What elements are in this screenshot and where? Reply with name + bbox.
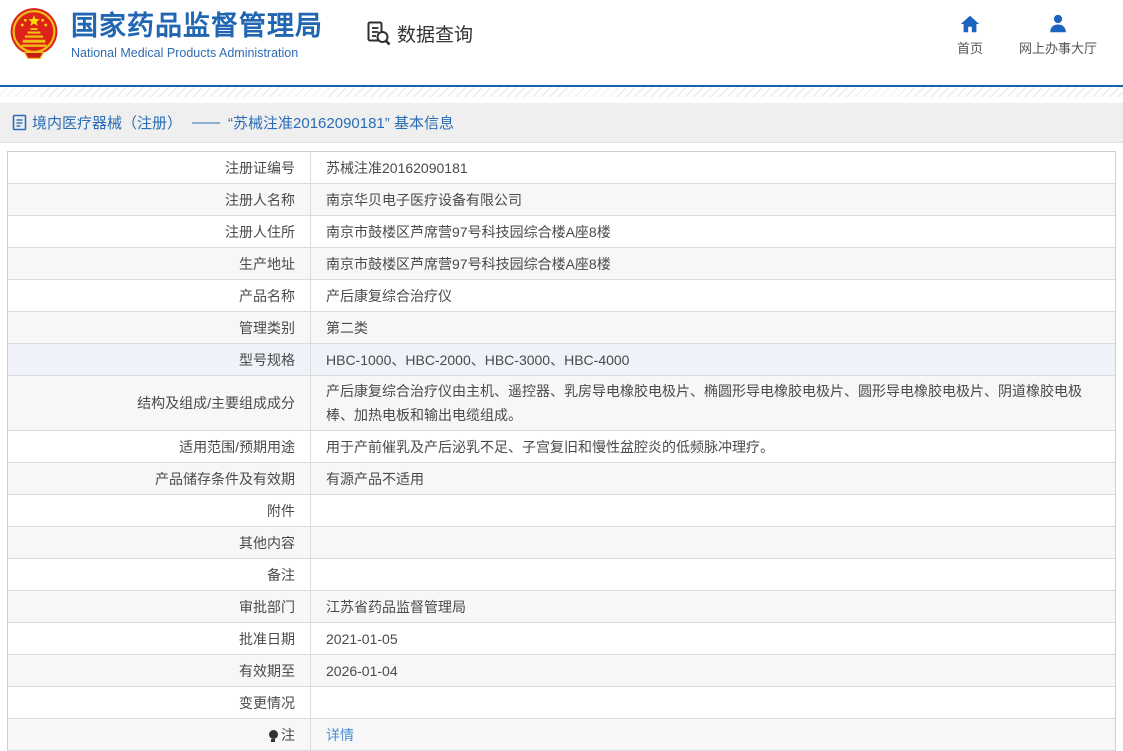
table-row: 其他内容 [8, 527, 1115, 559]
row-value: 南京市鼓楼区芦席营97号科技园综合楼A座8楼 [326, 255, 611, 272]
row-label: 其他内容 [8, 527, 311, 558]
row-label: 适用范围/预期用途 [8, 431, 311, 462]
person-icon [1050, 14, 1066, 33]
hatch-stripe-band [0, 87, 1123, 97]
table-row: 注册人住所 南京市鼓楼区芦席营97号科技园综合楼A座8楼 [8, 216, 1115, 248]
row-value: 苏械注准20162090181 [326, 159, 468, 176]
table-row: 审批部门 江苏省药品监督管理局 [8, 591, 1115, 623]
row-label: 有效期至 [8, 655, 311, 686]
row-value: 2021-01-05 [326, 630, 398, 647]
row-value: 江苏省药品监督管理局 [326, 598, 466, 615]
row-value: 南京华贝电子医疗设备有限公司 [326, 191, 522, 208]
national-emblem-icon [10, 8, 58, 60]
breadcrumb-dash: —— [192, 114, 220, 131]
breadcrumb: 境内医疗器械（注册） —— “苏械注准20162090181” 基本信息 [0, 103, 1123, 143]
table-row: 有效期至 2026-01-04 [8, 655, 1115, 687]
table-row: 生产地址 南京市鼓楼区芦席营97号科技园综合楼A座8楼 [8, 248, 1115, 280]
row-value: 产后康复综合治疗仪由主机、遥控器、乳房导电橡胶电极片、椭圆形导电橡胶电极片、圆形… [326, 383, 1082, 423]
info-table: 注册证编号 苏械注准20162090181 注册人名称 南京华贝电子医疗设备有限公司注… [7, 151, 1116, 751]
breadcrumb-category: 境内医疗器械（注册） [32, 115, 183, 132]
row-value [311, 527, 1115, 558]
site-title: 国家药品监督管理局 [71, 11, 323, 41]
row-value: 第二类 [326, 319, 368, 336]
note-bulb-icon [269, 730, 278, 742]
table-row: 产品名称 产后康复综合治疗仪 [8, 280, 1115, 312]
row-value [311, 559, 1115, 590]
row-value [311, 495, 1115, 526]
row-label: 注册证编号 [8, 152, 311, 183]
brand-text: 国家药品监督管理局 National Medical Products Admi… [71, 7, 323, 60]
table-row: 注详情 [8, 719, 1115, 751]
table-row: 变更情况 [8, 687, 1115, 719]
table-row: 批准日期 2021-01-05 [8, 623, 1115, 655]
data-query-nav[interactable]: 数据查询 [365, 20, 473, 47]
home-icon [960, 15, 980, 33]
row-value: 南京市鼓楼区芦席营97号科技园综合楼A座8楼 [326, 223, 611, 240]
row-label: 批准日期 [8, 623, 311, 654]
home-link[interactable]: 首页 [957, 13, 983, 57]
row-label: 生产地址 [8, 248, 311, 279]
site-subtitle: National Medical Products Administration [71, 46, 299, 60]
row-label: 变更情况 [8, 687, 311, 718]
page-header: 国家药品监督管理局 National Medical Products Admi… [0, 0, 1123, 85]
nmpa-logo[interactable]: 国家药品监督管理局 National Medical Products Admi… [8, 7, 323, 63]
row-label: 注册人住所 [8, 216, 311, 247]
service-hall-label: 网上办事大厅 [1018, 41, 1097, 56]
table-row: 备注 [8, 559, 1115, 591]
row-value: 有源产品不适用 [326, 470, 424, 487]
table-row: 注册人名称 南京华贝电子医疗设备有限公司 [8, 184, 1115, 216]
service-hall-link[interactable]: 网上办事大厅 [1019, 13, 1097, 57]
row-label: 产品储存条件及有效期 [8, 463, 311, 494]
table-row: 注册证编号 苏械注准20162090181 [8, 152, 1115, 184]
row-value: 用于产前催乳及产后泌乳不足、子宫复旧和慢性盆腔炎的低频脉冲理疗。 [326, 438, 774, 455]
details-link[interactable]: 详情 [326, 723, 354, 747]
row-label: 管理类别 [8, 312, 311, 343]
data-query-label: 数据查询 [397, 25, 474, 46]
row-value: 详情 [311, 719, 1115, 750]
page-doc-icon [12, 114, 27, 131]
row-label: 注册人名称 [8, 184, 311, 215]
table-row: 型号规格 HBC-1000、HBC-2000、HBC-3000、HBC-4000 [8, 344, 1115, 376]
row-value: 产后康复综合治疗仪 [326, 287, 452, 304]
row-value: 2026-01-04 [326, 662, 398, 679]
row-label: 备注 [8, 559, 311, 590]
top-links: 首页 网上办事大厅 [957, 13, 1097, 57]
table-row: 管理类别 第二类 [8, 312, 1115, 344]
table-row: 产品储存条件及有效期 有源产品不适用 [8, 463, 1115, 495]
document-search-icon [367, 21, 391, 46]
table-row: 附件 [8, 495, 1115, 527]
table-row: 适用范围/预期用途 用于产前催乳及产后泌乳不足、子宫复旧和慢性盆腔炎的低频脉冲理疗… [8, 431, 1115, 463]
row-label: 型号规格 [8, 344, 311, 375]
table-row: 结构及组成/主要组成成分 产后康复综合治疗仪由主机、遥控器、乳房导电橡胶电极片、椭… [8, 376, 1115, 431]
row-label: 产品名称 [8, 280, 311, 311]
row-label: 附件 [8, 495, 311, 526]
breadcrumb-detail: “苏械注准20162090181” 基本信息 [228, 115, 454, 132]
row-label: 审批部门 [8, 591, 311, 622]
row-label: 结构及组成/主要组成成分 [8, 376, 311, 430]
home-label: 首页 [956, 41, 983, 56]
row-value [311, 687, 1115, 718]
row-value: HBC-1000、HBC-2000、HBC-3000、HBC-4000 [326, 351, 630, 368]
row-label: 注 [8, 719, 311, 750]
